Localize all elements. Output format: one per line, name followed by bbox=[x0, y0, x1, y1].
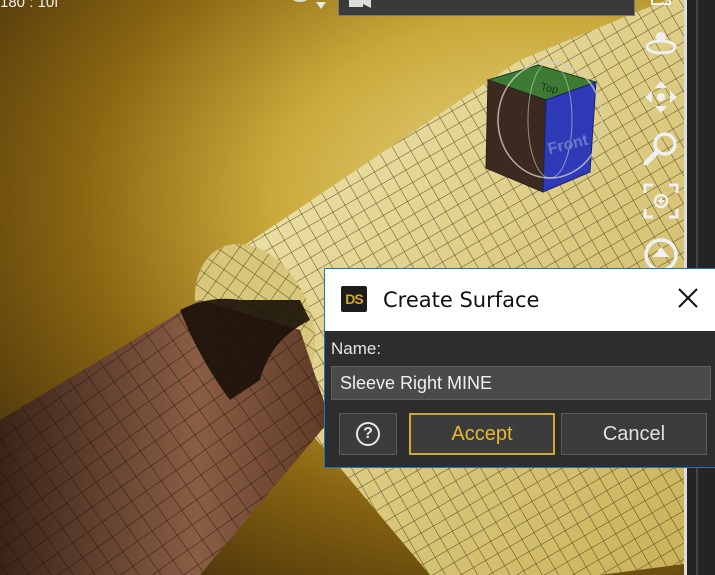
cancel-button[interactable]: Cancel bbox=[561, 413, 707, 455]
pan-button[interactable] bbox=[638, 76, 684, 118]
pan-icon bbox=[645, 81, 677, 113]
zoom-button[interactable] bbox=[638, 128, 684, 170]
create-surface-dialog: DS Create Surface Name: ? Accept Cancel bbox=[324, 268, 715, 468]
square-icon bbox=[651, 0, 671, 5]
orbit-icon bbox=[645, 32, 677, 55]
name-label: Name: bbox=[331, 339, 382, 358]
eye-icon[interactable] bbox=[288, 0, 328, 14]
close-button[interactable] bbox=[673, 283, 703, 313]
help-icon: ? bbox=[356, 422, 380, 446]
frame-button[interactable] bbox=[638, 180, 684, 222]
fps-readout: 180 : 10f bbox=[0, 0, 59, 11]
home-icon bbox=[644, 238, 678, 272]
surface-name-input[interactable] bbox=[331, 366, 711, 400]
camera-icon bbox=[349, 0, 371, 8]
zoom-icon bbox=[643, 132, 677, 166]
orbit-button[interactable] bbox=[638, 22, 684, 64]
ds-logo-icon: DS bbox=[341, 286, 367, 312]
dialog-title-bar[interactable]: DS Create Surface bbox=[325, 269, 715, 331]
navigation-toolbar bbox=[638, 0, 688, 290]
toolbar-button-top[interactable] bbox=[638, 0, 684, 12]
close-icon bbox=[678, 288, 698, 308]
navigation-cube[interactable]: Top Front bbox=[478, 60, 608, 195]
dialog-title: Create Surface bbox=[383, 288, 540, 312]
frame-icon bbox=[643, 183, 679, 219]
dialog-button-row: ? Accept Cancel bbox=[331, 413, 715, 455]
help-button[interactable]: ? bbox=[339, 413, 397, 455]
accept-button[interactable]: Accept bbox=[409, 413, 555, 455]
top-toolbar-field[interactable] bbox=[338, 0, 635, 16]
